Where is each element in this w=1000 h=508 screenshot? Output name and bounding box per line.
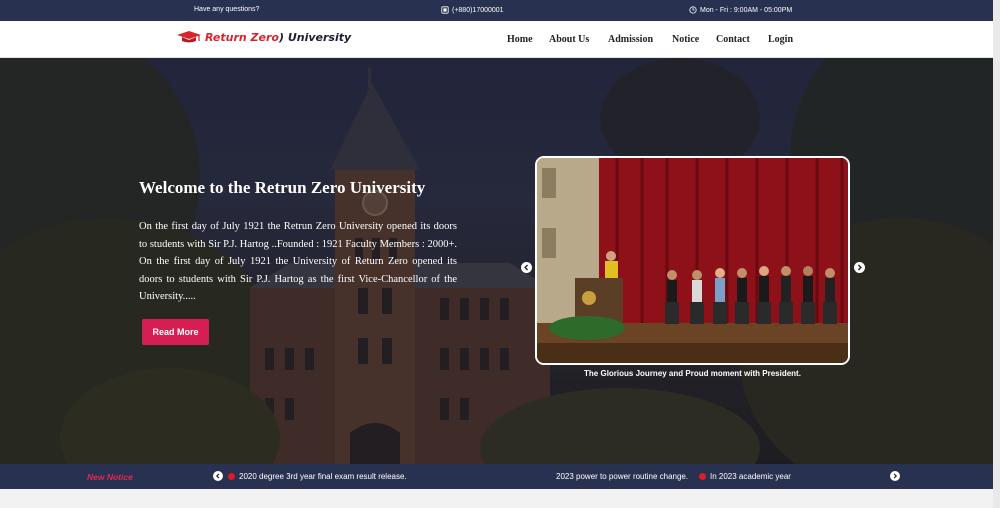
nav-notice[interactable]: Notice [672,34,699,45]
nav-login[interactable]: Login [768,34,793,45]
chevron-right-icon [893,473,898,479]
notice-prev-button[interactable] [213,471,223,481]
top-info-bar: Have any questions? (+880)17000001 Mon -… [0,0,1000,21]
chevron-left-icon [215,473,220,479]
page-bottom-strip [0,489,1000,508]
site-logo[interactable]: Return Zero) University [176,30,351,44]
notice-ticker: New Notice 2020 degree 3rd year final ex… [0,464,1000,489]
slider-caption: The Glorious Journey and Proud moment wi… [584,369,801,378]
nav-about-us[interactable]: About Us [549,34,589,45]
notice-item[interactable]: In 2023 academic year [699,472,791,481]
slider-prev-button[interactable] [521,262,532,273]
phone-icon [441,6,449,14]
bullet-dot-icon [699,473,706,480]
nav-contact[interactable]: Contact [716,34,750,45]
questions-text: Have any questions? [194,6,260,13]
image-slider[interactable] [535,156,850,365]
notice-item[interactable]: 2023 power to power routine change. [556,472,688,481]
clock-icon [689,6,697,14]
chevron-right-icon [857,264,862,271]
nav-admission[interactable]: Admission [608,34,653,45]
hours-text: Mon - Fri : 9:00AM - 05:00PM [700,6,793,14]
logo-text: Return Zero) University [205,30,352,44]
chevron-left-icon [524,264,529,271]
hero-description: On the first day of July 1921 the Retrun… [139,221,457,302]
notice-text: 2023 power to power routine change. [556,472,689,481]
main-navbar: Return Zero) University Home About Us Ad… [0,21,1000,58]
hero-section: Welcome to the Retrun Zero University On… [0,58,1000,464]
office-hours: Mon - Fri : 9:00AM - 05:00PM [689,6,792,14]
hero-title: Welcome to the Retrun Zero University [139,178,426,197]
slider-next-button[interactable] [854,262,865,273]
notice-text: In 2023 academic year [710,472,791,481]
notice-label: New Notice [87,472,133,482]
phone-number: (+880)17000001 [452,6,504,14]
nav-home[interactable]: Home [507,34,533,45]
read-more-button[interactable]: Read More [142,319,209,345]
notice-next-button[interactable] [890,471,900,481]
notice-item[interactable]: 2020 degree 3rd year final exam result r… [228,472,407,481]
scrollbar[interactable] [993,0,1000,508]
notice-text: 2020 degree 3rd year final exam result r… [239,472,407,481]
bullet-dot-icon [228,473,235,480]
phone-info[interactable]: (+880)17000001 [441,6,504,14]
slider-image [537,158,848,363]
graduation-cap-icon [177,31,201,43]
